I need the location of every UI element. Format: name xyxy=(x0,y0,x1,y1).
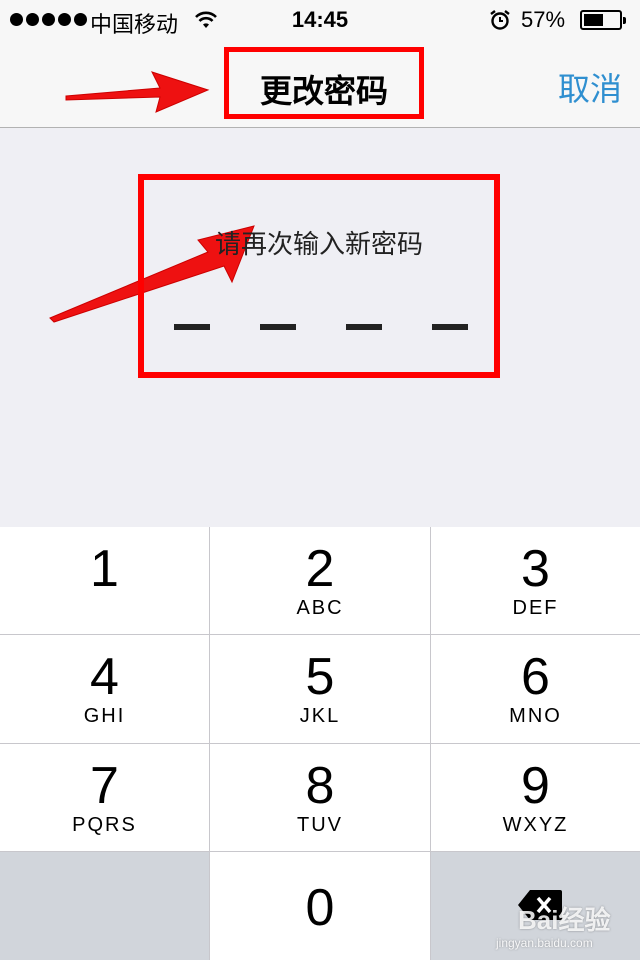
key-7[interactable]: 7 PQRS xyxy=(0,744,210,852)
baidu-jingyan-watermark: Bai经验 jingyan.baidu.com xyxy=(488,898,638,958)
title-highlight-box: 更改密码 xyxy=(224,47,424,119)
battery-percentage: 57% xyxy=(521,7,566,32)
key-letters: ABC xyxy=(296,597,344,619)
key-letters: GHI xyxy=(83,705,126,727)
key-9[interactable]: 9 WXYZ xyxy=(431,744,640,852)
key-digit: 5 xyxy=(305,648,335,706)
battery-icon xyxy=(580,10,626,30)
key-6[interactable]: 6 MNO xyxy=(431,635,640,744)
keypad-blank-key xyxy=(0,852,210,960)
passcode-digit-slot xyxy=(174,324,210,330)
key-3[interactable]: 3 DEF xyxy=(431,527,640,635)
key-0[interactable]: 0 xyxy=(210,852,431,960)
key-digit: 7 xyxy=(90,757,119,815)
key-digit: 0 xyxy=(305,879,335,937)
key-digit: 3 xyxy=(521,540,550,598)
key-letters: JKL xyxy=(299,705,341,727)
passcode-digit-slot xyxy=(432,324,468,330)
key-5[interactable]: 5 JKL xyxy=(210,635,431,744)
key-digit: 9 xyxy=(521,757,550,815)
passcode-prompt-highlight-box: 请再次输入新密码 xyxy=(138,174,500,378)
watermark-url: jingyan.baidu.com xyxy=(496,936,593,950)
alarm-clock-icon xyxy=(490,10,510,30)
key-4[interactable]: 4 GHI xyxy=(0,635,210,744)
key-digit: 6 xyxy=(521,648,550,706)
passcode-digit-slot xyxy=(260,324,296,330)
status-bar: 中国移动 14:45 57% xyxy=(0,0,640,40)
key-2[interactable]: 2 ABC xyxy=(210,527,431,635)
key-digit: 2 xyxy=(305,540,335,598)
cancel-button[interactable]: 取消 xyxy=(558,64,622,110)
watermark-text: Bai经验 xyxy=(518,905,611,935)
key-8[interactable]: 8 TUV xyxy=(210,744,431,852)
page-title: 更改密码 xyxy=(259,73,388,109)
navigation-bar: 更改密码 取消 xyxy=(0,40,640,128)
key-1[interactable]: 1 xyxy=(0,527,210,635)
key-letters: TUV xyxy=(297,814,343,836)
key-digit: 1 xyxy=(90,540,119,598)
key-letters: PQRS xyxy=(72,814,137,836)
key-letters: WXYZ xyxy=(502,814,569,836)
key-digit: 4 xyxy=(90,648,119,706)
key-letters: DEF xyxy=(512,597,559,619)
passcode-prompt-text: 请再次输入新密码 xyxy=(214,229,423,259)
passcode-digit-slot xyxy=(346,324,382,330)
key-letters: MNO xyxy=(509,705,562,727)
key-digit: 8 xyxy=(305,757,335,815)
